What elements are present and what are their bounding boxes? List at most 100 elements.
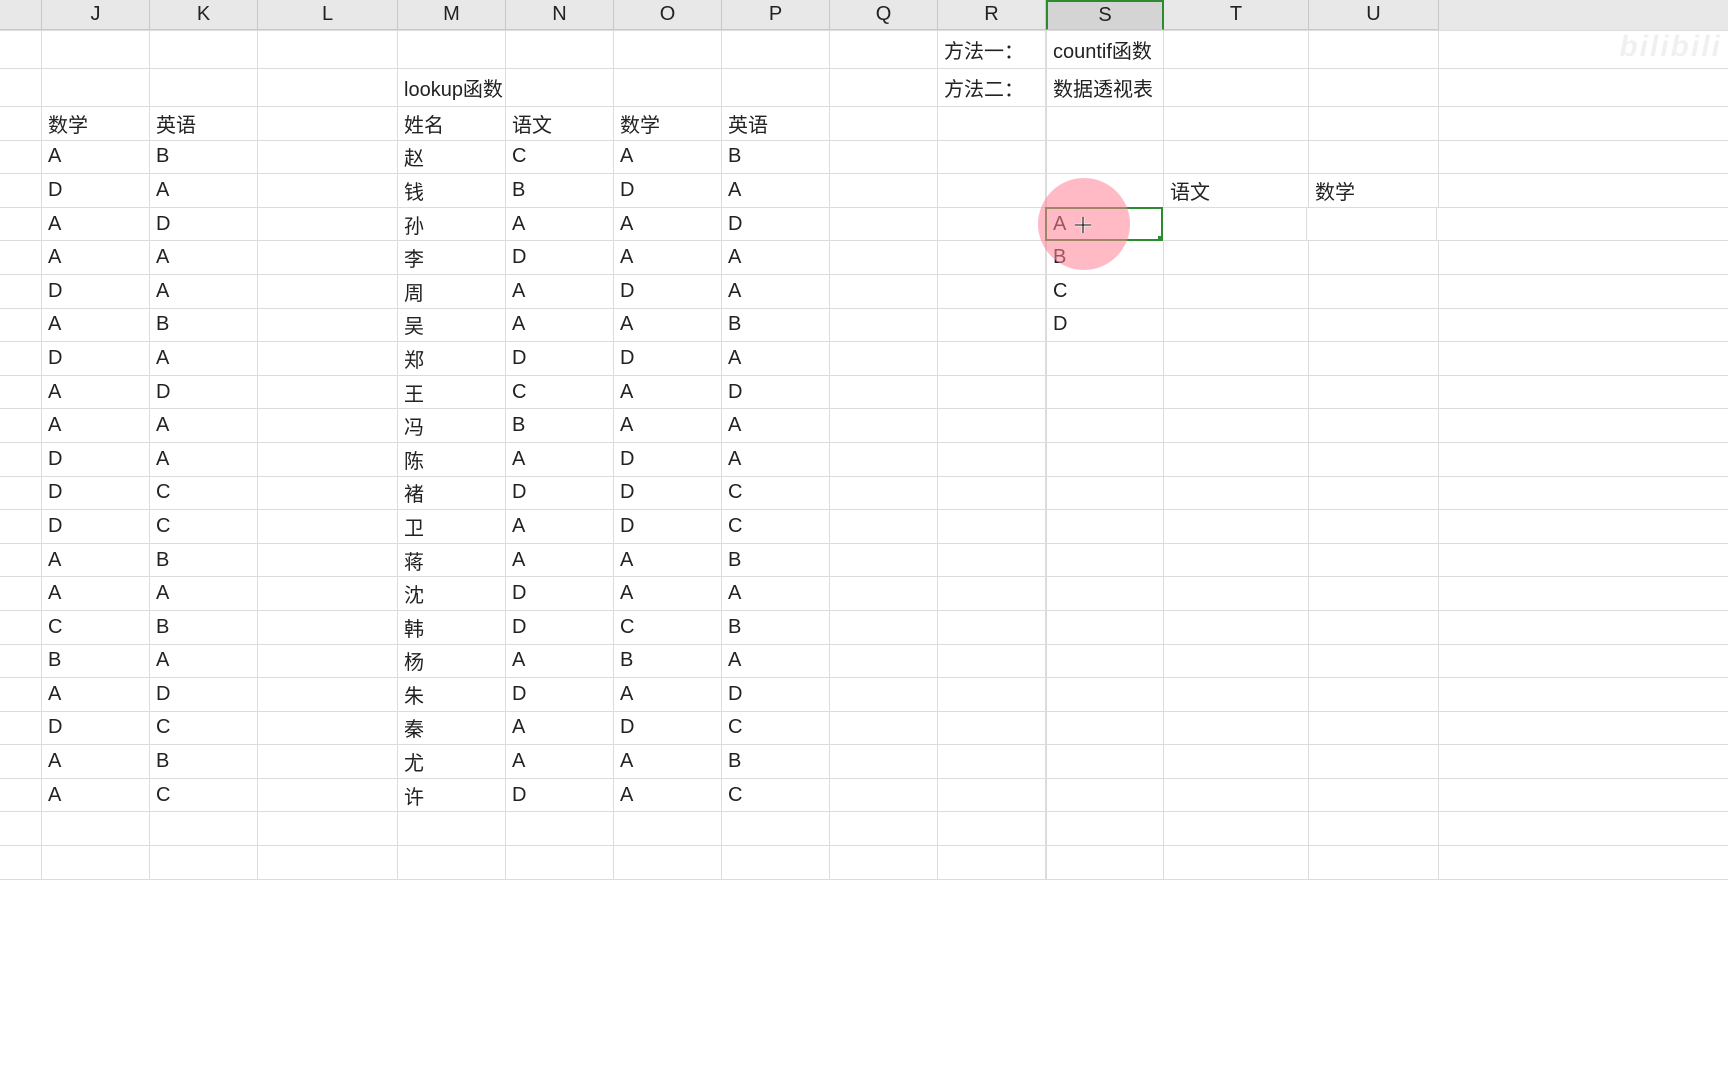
cell-U-2[interactable] (1309, 69, 1439, 106)
cell-Q-3[interactable] (830, 107, 938, 140)
cell-R-23[interactable] (938, 779, 1046, 812)
cell-Q-19[interactable] (830, 645, 938, 678)
cell-O-23[interactable]: A (614, 779, 722, 812)
cell-R-17[interactable] (938, 577, 1046, 610)
cell-R-7[interactable] (938, 241, 1046, 274)
cell-K-17[interactable]: A (150, 577, 258, 610)
cell-R-25[interactable] (938, 846, 1046, 879)
cell-J-13[interactable]: D (42, 443, 150, 476)
column-header-P[interactable]: P (722, 0, 830, 30)
cell-N-21[interactable]: A (506, 712, 614, 745)
cell-O-4[interactable]: A (614, 141, 722, 174)
cell-S-13[interactable] (1046, 443, 1164, 476)
cell-O-6[interactable]: A (614, 208, 722, 241)
cell-O-11[interactable]: A (614, 376, 722, 409)
cell-T-24[interactable] (1164, 812, 1309, 845)
cell-M-9[interactable]: 吴 (398, 309, 506, 342)
cell-U-11[interactable] (1309, 376, 1439, 409)
cell-T-13[interactable] (1164, 443, 1309, 476)
cell-P-13[interactable]: A (722, 443, 830, 476)
cell-J-10[interactable]: D (42, 342, 150, 375)
cell-T-10[interactable] (1164, 342, 1309, 375)
cell-N-15[interactable]: A (506, 510, 614, 543)
cell-P-16[interactable]: B (722, 544, 830, 577)
cell-R-5[interactable] (938, 174, 1046, 207)
cell-P-5[interactable]: A (722, 174, 830, 207)
cell-J-12[interactable]: A (42, 409, 150, 442)
cell-R-24[interactable] (938, 812, 1046, 845)
cell-N-11[interactable]: C (506, 376, 614, 409)
cell-M-17[interactable]: 沈 (398, 577, 506, 610)
cell-P-12[interactable]: A (722, 409, 830, 442)
cell-T-9[interactable] (1164, 309, 1309, 342)
cell-U-16[interactable] (1309, 544, 1439, 577)
cell-S-17[interactable] (1046, 577, 1164, 610)
cell-Q-6[interactable] (830, 208, 938, 241)
cell-N-1[interactable] (506, 31, 614, 68)
cell-N-5[interactable]: B (506, 174, 614, 207)
cell-I-3[interactable] (0, 107, 42, 140)
cell-O-19[interactable]: B (614, 645, 722, 678)
cell-M-21[interactable]: 秦 (398, 712, 506, 745)
cell-M-14[interactable]: 褚 (398, 477, 506, 510)
cell-M-20[interactable]: 朱 (398, 678, 506, 711)
cell-M-19[interactable]: 杨 (398, 645, 506, 678)
cell-U-14[interactable] (1309, 477, 1439, 510)
cell-I-19[interactable] (0, 645, 42, 678)
cell-I-25[interactable] (0, 846, 42, 879)
cell-M-5[interactable]: 钱 (398, 174, 506, 207)
cell-N-9[interactable]: A (506, 309, 614, 342)
cell-O-3[interactable]: 数学 (614, 107, 722, 140)
cell-M-18[interactable]: 韩 (398, 611, 506, 644)
cell-P-25[interactable] (722, 846, 830, 879)
cell-J-17[interactable]: A (42, 577, 150, 610)
cell-P-2[interactable] (722, 69, 830, 106)
cell-J-9[interactable]: A (42, 309, 150, 342)
cell-N-22[interactable]: A (506, 745, 614, 778)
cell-L-4[interactable] (258, 141, 398, 174)
cell-O-13[interactable]: D (614, 443, 722, 476)
cell-N-13[interactable]: A (506, 443, 614, 476)
cell-J-23[interactable]: A (42, 779, 150, 812)
cell-T-19[interactable] (1164, 645, 1309, 678)
cell-M-1[interactable] (398, 31, 506, 68)
cell-K-10[interactable]: A (150, 342, 258, 375)
cell-S-24[interactable] (1046, 812, 1164, 845)
cell-P-10[interactable]: A (722, 342, 830, 375)
cell-P-8[interactable]: A (722, 275, 830, 308)
cell-Q-11[interactable] (830, 376, 938, 409)
cell-R-16[interactable] (938, 544, 1046, 577)
cell-P-15[interactable]: C (722, 510, 830, 543)
cell-I-10[interactable] (0, 342, 42, 375)
cell-O-15[interactable]: D (614, 510, 722, 543)
column-header-R[interactable]: R (938, 0, 1046, 30)
cell-L-5[interactable] (258, 174, 398, 207)
cell-P-18[interactable]: B (722, 611, 830, 644)
cell-R-12[interactable] (938, 409, 1046, 442)
cell-L-9[interactable] (258, 309, 398, 342)
cell-T-4[interactable] (1164, 141, 1309, 174)
cell-K-14[interactable]: C (150, 477, 258, 510)
cell-J-5[interactable]: D (42, 174, 150, 207)
column-header-U[interactable]: U (1309, 0, 1439, 30)
cell-M-6[interactable]: 孙 (398, 208, 506, 241)
cell-O-1[interactable] (614, 31, 722, 68)
cell-Q-4[interactable] (830, 141, 938, 174)
cell-R-9[interactable] (938, 309, 1046, 342)
cell-O-9[interactable]: A (614, 309, 722, 342)
column-header-M[interactable]: M (398, 0, 506, 30)
cell-P-21[interactable]: C (722, 712, 830, 745)
cell-T-11[interactable] (1164, 376, 1309, 409)
cell-Q-16[interactable] (830, 544, 938, 577)
column-header-O[interactable]: O (614, 0, 722, 30)
cell-Q-24[interactable] (830, 812, 938, 845)
cell-K-22[interactable]: B (150, 745, 258, 778)
cell-J-21[interactable]: D (42, 712, 150, 745)
cell-O-22[interactable]: A (614, 745, 722, 778)
cell-I-21[interactable] (0, 712, 42, 745)
cell-J-24[interactable] (42, 812, 150, 845)
cell-O-25[interactable] (614, 846, 722, 879)
cell-I-24[interactable] (0, 812, 42, 845)
cell-I-16[interactable] (0, 544, 42, 577)
cell-L-22[interactable] (258, 745, 398, 778)
